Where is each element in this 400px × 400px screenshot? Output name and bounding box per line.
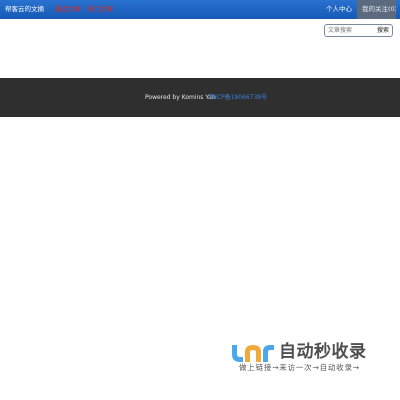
search-button[interactable]: 搜索 bbox=[377, 26, 389, 35]
powered-by-text: Powered by Komins Yan bbox=[145, 94, 216, 101]
my-follow-button[interactable]: 我的关注(0) bbox=[357, 0, 396, 19]
watermark-logo-icon bbox=[232, 345, 274, 362]
watermark: 自动秒收录 做上链接→来访一次→自动收录→ bbox=[229, 340, 389, 376]
icp-link[interactable]: 粤ICP备19066738号 bbox=[209, 94, 267, 102]
search-input[interactable] bbox=[328, 26, 372, 35]
search-box: 搜索 bbox=[324, 24, 393, 37]
nav-links: 最近文章 热门文章 bbox=[55, 4, 119, 14]
user-center-link[interactable]: 个人中心 bbox=[326, 4, 352, 14]
top-navbar: 帮客云的文摘 最近文章 热门文章 个人中心 我的关注(0) bbox=[0, 0, 400, 19]
nav-link-hot[interactable]: 热门文章 bbox=[87, 5, 113, 13]
nav-link-recent[interactable]: 最近文章 bbox=[55, 5, 81, 13]
site-brand[interactable]: 帮客云的文摘 bbox=[5, 4, 44, 14]
watermark-title: 自动秒收录 bbox=[279, 342, 367, 362]
watermark-subtitle: 做上链接→来访一次→自动收录→ bbox=[239, 363, 360, 372]
footer: Powered by Komins Yan 粤ICP备19066738号 bbox=[0, 78, 400, 117]
